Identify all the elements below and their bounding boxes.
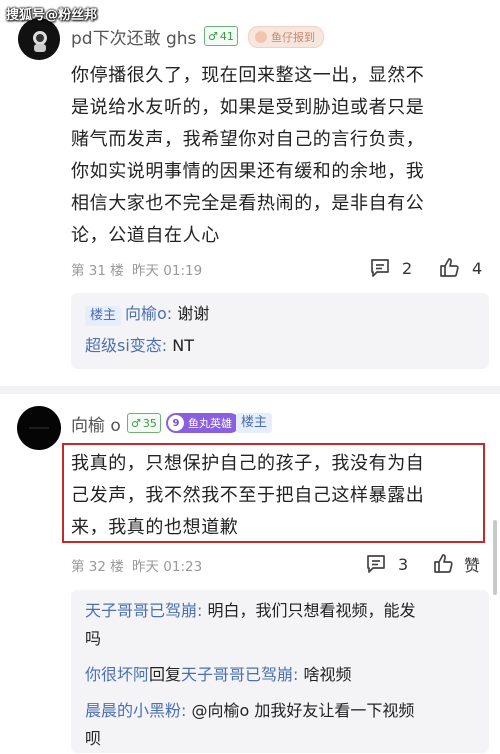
reply-author[interactable]: 天子哥哥已驾崩: — [85, 601, 202, 620]
reply-item[interactable]: 天子哥哥已驾崩: 明白，我们只想看视频，能发 — [85, 596, 416, 626]
reply-text: NT — [172, 336, 195, 355]
reply-item[interactable]: 超级si变态: NT — [85, 331, 194, 361]
fan-badge: 鱼仔报到 — [248, 26, 324, 48]
level-badge: ♂ 41 — [204, 26, 238, 46]
reply-to-label: 回复 — [149, 665, 182, 684]
thumbs-up-icon — [434, 554, 453, 573]
thumbs-up-icon — [440, 258, 459, 277]
reply-list: 天子哥哥已驾崩: 明白，我们只想看视频，能发 吗 你很坏阿回复天子哥哥已驾崩: … — [71, 590, 489, 753]
divider — [0, 386, 500, 394]
reply-text-cont: 吗 — [85, 629, 102, 648]
reply-text: 明白，我们只想看视频，能发 — [207, 601, 416, 620]
astronaut-icon — [18, 18, 60, 60]
like-count: 4 — [472, 258, 483, 278]
comment-text: 我真的，只想保护自己的孩子，我没有为自 己发声，我不然我不至于把自己这样暴露出 … — [71, 453, 425, 538]
reply-author[interactable]: 向榆o: — [125, 304, 172, 323]
reply-author[interactable]: 超级si变态: — [85, 336, 167, 355]
male-icon: ♂ — [208, 29, 218, 43]
floor-number: 第 31 楼 — [71, 263, 124, 279]
reply-text: @向榆o 加我好友让看一下视频 — [191, 701, 415, 720]
badge-level-icon — [255, 31, 267, 43]
like-button[interactable]: 赞 — [432, 552, 480, 576]
comment-icon — [367, 555, 385, 573]
reply-author[interactable]: 晨晨的小黑粉: — [85, 701, 186, 720]
reply-item[interactable]: 楼主 向榆o: 谢谢 — [85, 299, 209, 329]
badge-level: 9 — [168, 415, 184, 431]
reply-button[interactable]: 2 — [368, 256, 412, 280]
owner-tag: 楼主 — [85, 306, 122, 326]
reply-text: 啥视频 — [303, 665, 352, 684]
reply-list: 楼主 向榆o: 谢谢 超级si变态: NT — [71, 293, 489, 369]
reply-count: 3 — [398, 554, 409, 574]
like-button[interactable]: 4 — [438, 256, 482, 280]
reply-count: 2 — [402, 258, 413, 278]
avatar[interactable] — [17, 406, 61, 450]
avatar-image — [17, 406, 61, 450]
reply-author[interactable]: 你很坏阿 — [85, 665, 149, 684]
male-icon: ♂ — [131, 416, 141, 430]
comment-text: 你停播很久了，现在回来整这一出，显然不 是说给水友听的，如果是受到胁迫或者只是 … — [71, 65, 425, 246]
reply-item[interactable]: 晨晨的小黑粉: @向榆o 加我好友让看一下视频 — [85, 696, 414, 726]
comment-icon — [371, 259, 389, 277]
reply-target[interactable]: 天子哥哥已驾崩: — [181, 665, 298, 684]
avatar[interactable] — [18, 18, 60, 60]
comment-author[interactable]: pd下次还敢 ghs — [71, 24, 196, 49]
owner-tag: 楼主 — [236, 413, 273, 433]
floor-number: 第 32 楼 — [71, 559, 124, 575]
fan-badge: 9 鱼丸英雄 — [166, 413, 240, 433]
comment-time: 昨天 01:23 — [132, 559, 203, 575]
comment-time: 昨天 01:19 — [132, 263, 203, 279]
scrollbar-thumb[interactable] — [493, 520, 497, 595]
like-label: 赞 — [464, 556, 481, 575]
reply-text-cont: 呗 — [85, 729, 102, 748]
reply-item[interactable]: 你很坏阿回复天子哥哥已驾崩: 啥视频 — [85, 660, 352, 690]
comment-author[interactable]: 向榆 o — [71, 411, 121, 436]
reply-button[interactable]: 3 — [364, 552, 408, 576]
level-badge: ♂ 35 — [127, 413, 161, 433]
reply-text: 谢谢 — [177, 304, 210, 323]
source-watermark: 搜狐号@粉丝邦 — [6, 8, 98, 23]
